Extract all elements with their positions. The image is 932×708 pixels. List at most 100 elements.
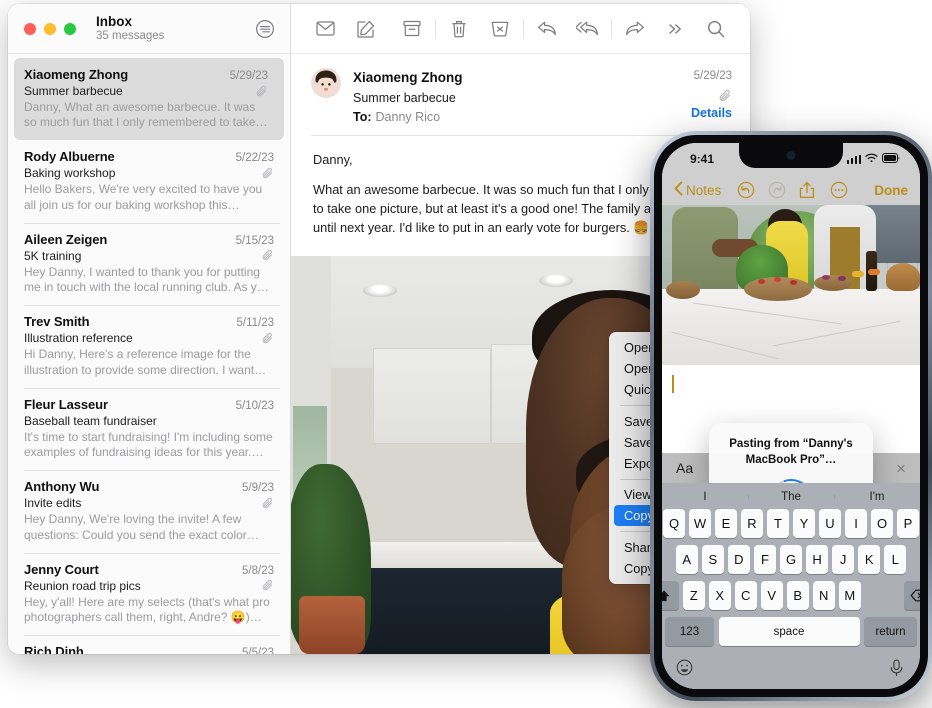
list-item[interactable]: Anthony Wu 5/9/23 Invite edits Hey Danny, W…: [8, 470, 290, 552]
minimize-button[interactable]: [44, 22, 56, 35]
key-i[interactable]: I: [845, 509, 867, 538]
phone-frame: 9:41 Notes Done Pasting from “Danny's Ma…: [650, 131, 932, 701]
forward-icon[interactable]: [615, 14, 655, 44]
filter-icon[interactable]: [254, 18, 276, 40]
details-link[interactable]: Details: [666, 104, 732, 122]
maximize-button[interactable]: [64, 22, 76, 35]
more-circle-icon[interactable]: [830, 181, 848, 199]
prediction-chip[interactable]: I'm: [834, 491, 920, 503]
list-item[interactable]: Fleur Lasseur 5/10/23 Baseball team fundra…: [8, 387, 290, 470]
emoji-icon[interactable]: [676, 659, 693, 676]
key-p[interactable]: P: [897, 509, 919, 538]
key-t[interactable]: T: [767, 509, 789, 538]
delete-icon[interactable]: [439, 14, 479, 44]
key-s[interactable]: S: [702, 545, 724, 574]
key-y[interactable]: Y: [793, 509, 815, 538]
notes-navbar[interactable]: Notes Done: [662, 175, 920, 205]
key-e[interactable]: E: [715, 509, 737, 538]
return-key[interactable]: return: [864, 617, 917, 646]
recipient-row: To: Danny Rico: [353, 108, 666, 126]
to-label: To:: [353, 109, 372, 124]
attachment-clip-icon: [256, 85, 268, 98]
list-item[interactable]: Aileen Zeigen 5/15/23 5K training Hey Danny…: [8, 222, 290, 305]
predictive-text-bar[interactable]: I The I'm: [662, 485, 920, 509]
message-preview: Hey Danny, We're loving the invite! A fe…: [24, 512, 247, 542]
key-c[interactable]: C: [735, 581, 757, 610]
message-sender: Rich Dinh: [24, 644, 84, 654]
reply-all-icon[interactable]: [567, 14, 607, 44]
shift-key[interactable]: [662, 581, 679, 610]
compose-icon[interactable]: [345, 14, 385, 44]
window-controls[interactable]: [24, 22, 76, 35]
list-item[interactable]: Xiaomeng Zhong 5/29/23 Summer barbecue Dann…: [14, 58, 284, 141]
paste-dialog[interactable]: Pasting from “Danny's MacBook Pro”… Canc…: [709, 423, 873, 483]
microphone-icon[interactable]: [889, 659, 906, 676]
undo-icon[interactable]: [737, 181, 755, 199]
key-n[interactable]: N: [813, 581, 835, 610]
keyboard-bottom-bar[interactable]: [662, 650, 920, 684]
key-j[interactable]: J: [832, 545, 854, 574]
key-k[interactable]: K: [858, 545, 880, 574]
backspace-key[interactable]: [903, 581, 920, 610]
key-x[interactable]: X: [709, 581, 731, 610]
prediction-chip[interactable]: The: [748, 491, 834, 503]
list-item[interactable]: Rody Albuerne 5/22/23 Baking workshop Hello…: [8, 140, 290, 222]
list-item[interactable]: Trev Smith 5/11/23 Illustration reference H…: [8, 305, 290, 387]
key-m[interactable]: M: [839, 581, 861, 610]
list-item[interactable]: Jenny Court 5/8/23 Reunion road trip pics H…: [8, 552, 290, 635]
message-preview: Hello Bakers, We're very excited to have…: [24, 182, 263, 212]
archive-icon[interactable]: [392, 14, 432, 44]
key-q[interactable]: Q: [663, 509, 685, 538]
mark-unread-icon[interactable]: [305, 14, 345, 44]
message-preview: Hey Danny, I wanted to thank you for put…: [24, 264, 271, 295]
keyboard-row-2[interactable]: ASDFGHJKL: [662, 545, 920, 574]
message-date: 5/29/23: [693, 70, 732, 82]
phone-screen: 9:41 Notes Done Pasting from “Danny's Ma…: [662, 143, 920, 689]
key-r[interactable]: R: [741, 509, 763, 538]
search-icon[interactable]: [696, 14, 736, 44]
text-format-button[interactable]: Aa: [676, 460, 693, 476]
toolbar-divider: [435, 18, 437, 39]
progress-spinner: [761, 471, 821, 483]
message-list[interactable]: Xiaomeng Zhong 5/29/23 Summer barbecue Dann…: [8, 54, 290, 654]
note-photo[interactable]: [662, 205, 920, 365]
close-icon[interactable]: ×: [896, 460, 906, 477]
key-w[interactable]: W: [689, 509, 711, 538]
keyboard-row-3[interactable]: ZXCVBNM: [662, 581, 920, 610]
done-button[interactable]: Done: [874, 183, 908, 198]
share-icon[interactable]: [799, 181, 817, 199]
key-f[interactable]: F: [754, 545, 776, 574]
keyboard-row-1[interactable]: QWERTYUIOP: [662, 509, 920, 538]
mail-toolbar[interactable]: [291, 4, 750, 54]
key-b[interactable]: B: [787, 581, 809, 610]
key-a[interactable]: A: [675, 545, 698, 574]
message-subject: Invite edits: [24, 496, 82, 511]
to-value: Danny Rico: [375, 109, 441, 124]
key-d[interactable]: D: [728, 545, 750, 574]
junk-icon[interactable]: [480, 14, 520, 44]
more-icon[interactable]: [655, 14, 695, 44]
message-sender: Jenny Court: [24, 561, 99, 577]
toolbar-divider: [610, 18, 612, 39]
key-v[interactable]: V: [761, 581, 783, 610]
space-key[interactable]: space: [718, 617, 860, 646]
list-item[interactable]: Rich Dinh5/5/23Trip to Zion National Par…: [8, 635, 290, 654]
keyboard-row-4[interactable]: 123 space return: [662, 617, 920, 646]
close-button[interactable]: [24, 22, 36, 35]
key-l[interactable]: L: [884, 545, 907, 574]
key-h[interactable]: H: [806, 545, 828, 574]
key-g[interactable]: G: [780, 545, 802, 574]
numbers-key[interactable]: 123: [665, 617, 714, 646]
prediction-chip[interactable]: I: [662, 491, 748, 503]
message-date: 5/10/23: [235, 399, 274, 412]
back-to-notes-button[interactable]: Notes: [674, 181, 721, 199]
attachment-clip-icon: [262, 249, 274, 262]
message-count: 35 messages: [96, 30, 165, 43]
message-date: 5/5/23: [242, 647, 274, 654]
key-u[interactable]: U: [819, 509, 841, 538]
keyboard[interactable]: I The I'm QWERTYUIOP ASDFGHJKL ZXCVBNM 1…: [662, 483, 920, 689]
key-z[interactable]: Z: [683, 581, 705, 610]
reply-icon[interactable]: [527, 14, 567, 44]
key-o[interactable]: O: [871, 509, 893, 538]
note-content[interactable]: Pasting from “Danny's MacBook Pro”… Canc…: [662, 205, 920, 483]
